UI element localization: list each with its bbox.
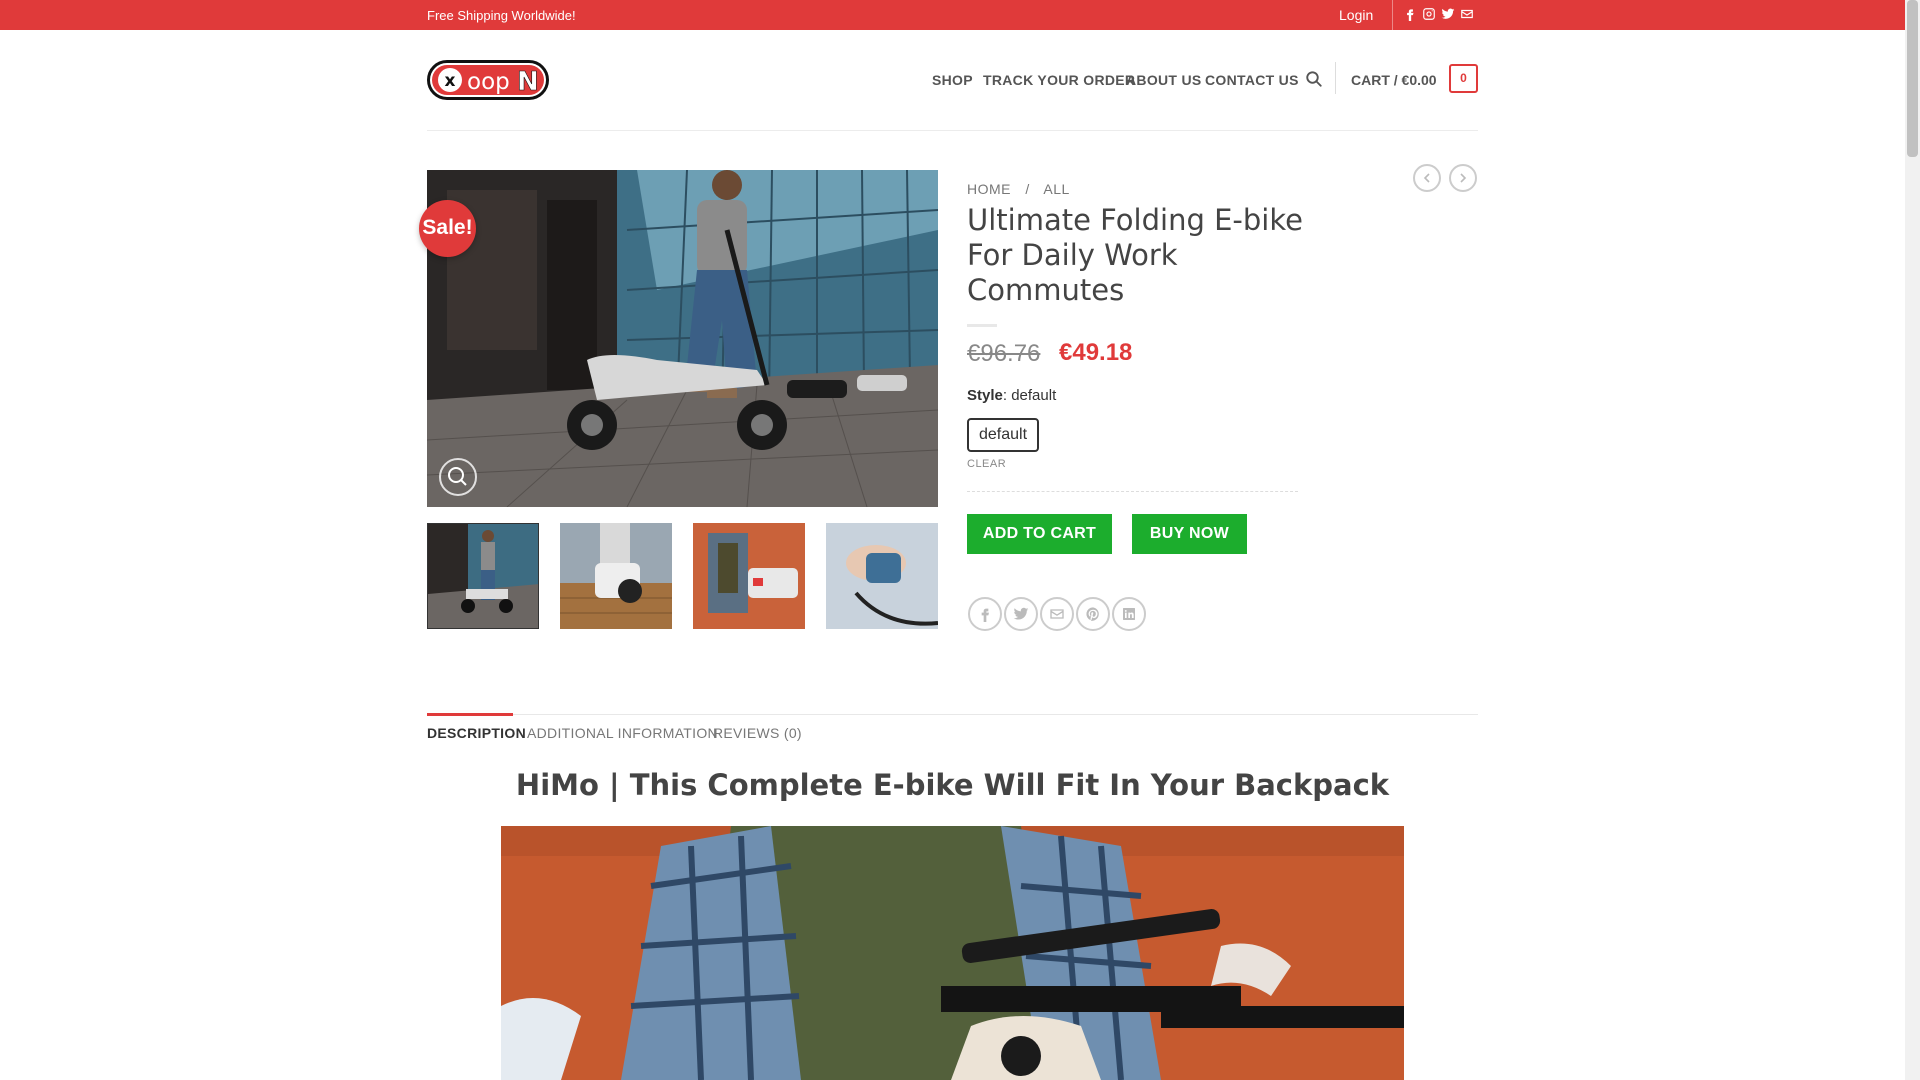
zoom-icon[interactable]	[439, 458, 477, 496]
breadcrumb-separator: /	[1025, 181, 1030, 197]
chevron-left-icon	[1423, 173, 1430, 183]
product-thumbnail-1[interactable]	[427, 523, 539, 629]
cart-count-badge[interactable]: 0	[1449, 64, 1478, 93]
sale-price: €49.18	[1059, 339, 1133, 366]
variation-divider	[967, 491, 1298, 492]
product-thumbnail-3[interactable]	[693, 523, 805, 629]
title-divider	[967, 324, 997, 327]
share-pinterest-button[interactable]	[1076, 597, 1110, 631]
linkedin-icon	[1123, 608, 1135, 620]
buy-now-button[interactable]: BUY NOW	[1132, 514, 1247, 554]
twitter-icon	[1013, 607, 1029, 620]
tab-reviews[interactable]: REVIEWS (0)	[713, 725, 802, 741]
top-bar: Free Shipping Worldwide! Login	[0, 0, 1905, 30]
add-to-cart-button[interactable]: ADD TO CART	[967, 514, 1112, 554]
svg-text:x: x	[445, 71, 456, 91]
product-main-image[interactable]	[427, 170, 938, 507]
share-twitter-button[interactable]	[1004, 597, 1038, 631]
active-tab-indicator	[427, 713, 513, 716]
topbar-divider	[1392, 0, 1393, 30]
style-swatch-default[interactable]: default	[967, 418, 1039, 452]
breadcrumb: HOME / ALL	[967, 181, 1080, 197]
next-product-button[interactable]	[1449, 164, 1477, 192]
site-header: x oop N SHOP TRACK YOUR ORDER ABOUT US C…	[0, 30, 1905, 131]
product-thumbnail-2[interactable]	[560, 523, 672, 629]
tab-additional-information[interactable]: ADDITIONAL INFORMATION	[527, 725, 718, 741]
twitter-icon[interactable]	[1441, 7, 1455, 21]
share-linkedin-button[interactable]	[1112, 597, 1146, 631]
clear-selection-link[interactable]: CLEAR	[967, 458, 1006, 470]
tabs-divider	[427, 714, 1478, 715]
share-facebook-button[interactable]	[968, 597, 1002, 631]
product-thumbnail-4[interactable]	[826, 523, 938, 629]
description-image	[501, 826, 1404, 1080]
svg-text:N: N	[517, 67, 539, 97]
envelope-icon[interactable]	[1460, 7, 1474, 21]
breadcrumb-home[interactable]: HOME	[967, 181, 1011, 197]
original-price: €96.76	[967, 340, 1041, 367]
scrollbar-thumb[interactable]	[1907, 0, 1918, 157]
shipping-notice: Free Shipping Worldwide!	[427, 8, 576, 23]
svg-text:oop: oop	[467, 69, 510, 95]
tab-description[interactable]: DESCRIPTION	[427, 725, 526, 741]
search-icon[interactable]	[1305, 70, 1323, 88]
nav-about-us[interactable]: ABOUT US	[1126, 72, 1202, 88]
envelope-icon	[1050, 609, 1064, 619]
breadcrumb-all[interactable]: ALL	[1043, 181, 1069, 197]
nav-shop[interactable]: SHOP	[932, 72, 973, 88]
description-heading: HiMo | This Complete E-bike Will Fit In …	[515, 768, 1390, 802]
facebook-icon	[981, 608, 989, 622]
chevron-right-icon	[1460, 173, 1467, 183]
site-logo[interactable]: x oop N	[427, 60, 549, 100]
cart-link[interactable]: CART / €0.00	[1351, 72, 1437, 88]
sale-badge: Sale!	[419, 200, 476, 257]
product-title: Ultimate Folding E-bike For Daily Work C…	[967, 203, 1303, 307]
style-value: : default	[1002, 387, 1057, 404]
pinterest-icon	[1086, 607, 1099, 621]
share-email-button[interactable]	[1040, 597, 1074, 631]
nav-contact-us[interactable]: CONTACT US	[1205, 72, 1299, 88]
facebook-icon[interactable]	[1403, 7, 1417, 21]
nav-track-order[interactable]: TRACK YOUR ORDER	[983, 72, 1135, 88]
header-divider-line	[427, 130, 1478, 131]
previous-product-button[interactable]	[1413, 164, 1441, 192]
instagram-icon[interactable]	[1422, 7, 1436, 21]
page-scrollbar[interactable]	[1905, 0, 1920, 1080]
style-attribute: Style: default	[967, 387, 1056, 404]
header-divider	[1335, 62, 1336, 94]
style-label: Style	[967, 387, 1003, 404]
login-link[interactable]: Login	[1339, 7, 1373, 23]
